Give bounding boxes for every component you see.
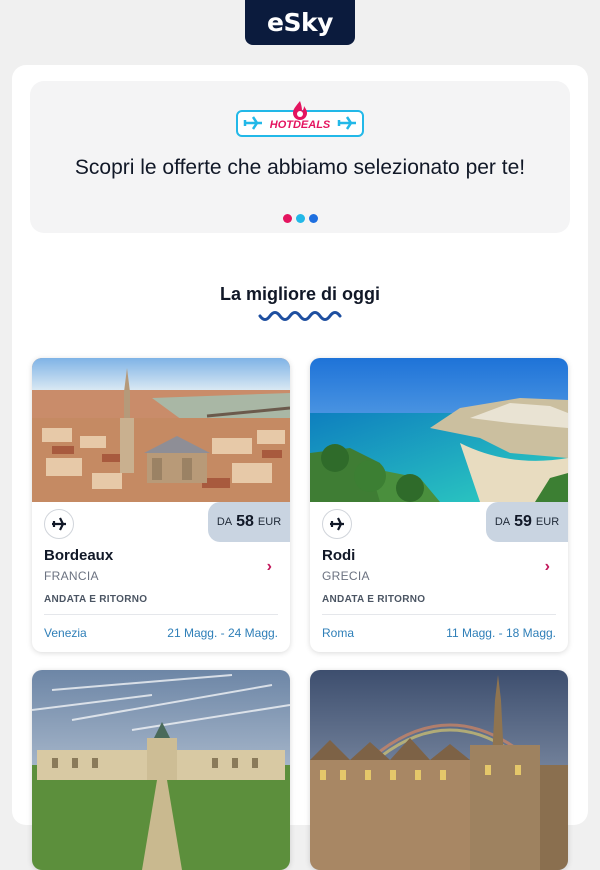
offer-card-palace[interactable] — [32, 670, 290, 870]
plane-icon — [330, 517, 344, 531]
flame-icon — [293, 101, 307, 120]
newsletter-card: HOTDEALS Scopri le offerte che abbiamo s… — [12, 65, 588, 870]
carousel-dots — [30, 214, 570, 223]
price-value: 58 — [236, 513, 254, 530]
trip-type: ANDATA E RITORNO — [322, 594, 426, 605]
travel-dates: 21 Magg. - 24 Magg. — [167, 626, 278, 640]
trip-type: ANDATA E RITORNO — [44, 594, 148, 605]
offer-card-rodi[interactable]: DA 59 EUR Rodi GRECIA › ANDATA E RITORNO… — [310, 358, 568, 652]
chevron-right-icon[interactable]: › — [545, 558, 550, 576]
hero-title: Scopri le offerte che abbiamo selezionat… — [74, 156, 526, 179]
divider — [322, 614, 556, 615]
price-currency: EUR — [535, 516, 560, 528]
plane-icon — [52, 517, 66, 531]
dot — [282, 214, 292, 223]
dot — [295, 214, 305, 223]
price-value: 59 — [514, 513, 532, 530]
price-tag: DA 58 EUR — [208, 502, 290, 542]
departure-city: Venezia — [44, 626, 87, 640]
plane-icon-badge — [322, 509, 352, 539]
price-prefix: DA — [494, 516, 511, 528]
destination-country: GRECIA — [322, 569, 370, 583]
departure-city: Roma — [322, 626, 355, 640]
wave-divider — [258, 311, 342, 321]
bordeaux-image — [32, 358, 290, 502]
price-prefix: DA — [216, 516, 233, 528]
destination-country: FRANCIA — [44, 569, 99, 583]
esky-logo[interactable]: eSky — [245, 0, 355, 45]
offer-card-brussels[interactable] — [310, 670, 568, 870]
rodi-image — [310, 358, 568, 502]
hotdeals-badge: HOTDEALS — [236, 101, 364, 137]
destination-city: Bordeaux — [44, 547, 114, 564]
plane-icon-badge — [44, 509, 74, 539]
svg-text:HOTDEALS: HOTDEALS — [270, 119, 331, 131]
price-tag: DA 59 EUR — [486, 502, 568, 542]
chevron-right-icon[interactable]: › — [267, 558, 272, 576]
palace-image — [32, 670, 290, 870]
section-title: La migliore di oggi — [219, 284, 380, 304]
brussels-image — [310, 670, 568, 870]
price-currency: EUR — [257, 516, 282, 528]
divider — [44, 614, 278, 615]
destination-city: Rodi — [322, 547, 356, 564]
offer-card-bordeaux[interactable]: DA 58 EUR Bordeaux FRANCIA › ANDATA E RI… — [32, 358, 290, 652]
dot — [308, 214, 318, 223]
hero-banner: HOTDEALS Scopri le offerte che abbiamo s… — [30, 81, 570, 233]
travel-dates: 11 Magg. - 18 Magg. — [446, 626, 556, 640]
logo-text: eSky — [267, 8, 333, 37]
